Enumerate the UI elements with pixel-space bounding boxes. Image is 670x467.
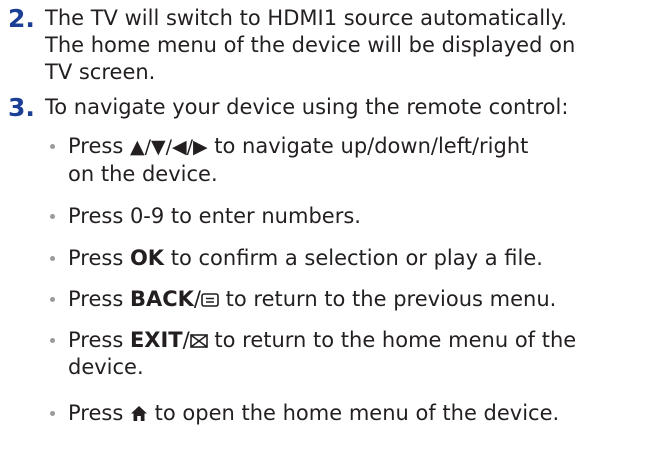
- step-text: To navigate your device using the remote…: [45, 95, 569, 119]
- bullet-text: Press ▲/▼/◀/▶ to navigate up/down/left/r…: [68, 133, 665, 188]
- home-icon: [130, 401, 148, 425]
- bullet-text: Press OK to confirm a selection or play …: [68, 245, 665, 272]
- bullet-text: Press to open the home menu of the devic…: [68, 400, 665, 427]
- bullet-line: Press ▲/▼/◀/▶ to navigate up/down/left/r…: [68, 133, 665, 161]
- bullet-icon: [50, 411, 55, 416]
- bullet-icon: [50, 256, 55, 261]
- list-item: Press 0-9 to enter numbers.: [50, 203, 665, 233]
- step-2: 2. The TV will switch to HDMI1 source au…: [0, 5, 670, 85]
- bullet-text: Press 0-9 to enter numbers.: [68, 204, 361, 228]
- step-2-line-3: TV screen.: [45, 60, 156, 84]
- step-number: 2.: [8, 4, 35, 33]
- back-key-label: BACK: [129, 287, 194, 311]
- step-3: 3. To navigate your device using the rem…: [0, 94, 670, 124]
- text-prefix: Press: [68, 246, 130, 270]
- bullet-icon: [50, 338, 55, 343]
- slash: /: [182, 328, 190, 352]
- bullet-icon: [50, 214, 55, 219]
- back-menu-icon: [201, 287, 219, 311]
- list-item: Press ▲/▼/◀/▶ to navigate up/down/left/r…: [50, 133, 665, 193]
- bullet-line-2: device.: [68, 355, 144, 379]
- step-2-line-2: The home menu of the device will be disp…: [45, 33, 576, 57]
- step-number: 3.: [8, 93, 35, 122]
- bullet-line: Press EXIT/ to return to the home menu o…: [68, 327, 665, 354]
- text-suffix: to navigate up/down/left/right: [207, 134, 529, 158]
- step-2-line-1: The TV will switch to HDMI1 source autom…: [45, 6, 567, 30]
- bullet-line-2: on the device.: [68, 162, 218, 186]
- text-suffix: to return to the previous menu.: [218, 287, 557, 311]
- text-prefix: Press: [68, 134, 130, 158]
- list-item: Press EXIT/ to return to the home menu o…: [50, 327, 665, 387]
- text-suffix: to return to the home menu of the: [207, 328, 577, 352]
- exit-envelope-icon: [189, 328, 208, 352]
- ok-key-label: OK: [129, 246, 165, 270]
- text-prefix: Press: [68, 328, 130, 352]
- list-item: Press OK to confirm a selection or play …: [50, 245, 665, 275]
- bullet-text: Press EXIT/ to return to the home menu o…: [68, 327, 665, 381]
- step-text: The TV will switch to HDMI1 source autom…: [45, 5, 665, 86]
- text-prefix: Press: [68, 401, 130, 425]
- arrow-keys-icon: ▲/▼/◀/▶: [129, 136, 208, 158]
- text-suffix: to confirm a selection or play a file.: [164, 246, 543, 270]
- list-item: Press BACK/ to return to the previous me…: [50, 286, 665, 316]
- bullet-icon: [50, 297, 55, 302]
- list-item: Press to open the home menu of the devic…: [50, 400, 665, 430]
- text-suffix: to open the home menu of the device.: [147, 401, 560, 425]
- bullet-text: Press BACK/ to return to the previous me…: [68, 286, 665, 313]
- exit-key-label: EXIT: [129, 328, 183, 352]
- text-prefix: Press: [68, 287, 130, 311]
- bullet-icon: [50, 144, 55, 149]
- slash: /: [193, 287, 201, 311]
